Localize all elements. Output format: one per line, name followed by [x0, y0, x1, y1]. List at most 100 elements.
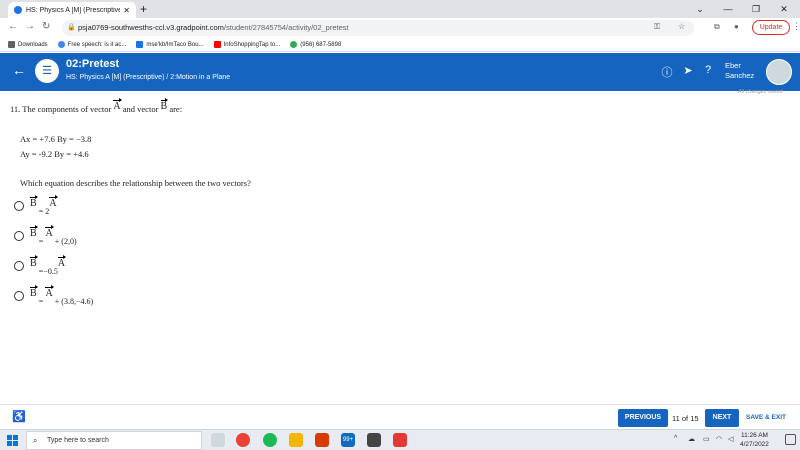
- bookmark-infoshopping[interactable]: InfoShoppingTap to...: [213, 41, 281, 48]
- next-button[interactable]: NEXT: [705, 409, 739, 427]
- tray-battery-icon[interactable]: ▭: [703, 435, 710, 443]
- key-icon[interactable]: ⚿: [654, 22, 660, 32]
- radio-button[interactable]: [14, 201, 24, 211]
- update-button[interactable]: Update: [752, 20, 790, 35]
- help-icon[interactable]: ?: [701, 64, 715, 76]
- new-tab-icon[interactable]: +: [140, 2, 147, 16]
- tray-up-arrow-icon[interactable]: ^: [674, 435, 677, 442]
- question-content: 11. The components of vector A and vecto…: [0, 98, 800, 404]
- windows-taskbar: ⌕ Type here to search 99+ ^ ☁ ▭ ◠ ◁ 11:2…: [0, 429, 800, 450]
- bookmark-downloads[interactable]: Downloads: [8, 41, 48, 48]
- avatar[interactable]: [766, 59, 792, 85]
- vector-a-symbol: A: [45, 225, 54, 239]
- bookmark-free-speech[interactable]: Free speech: is it ac...: [57, 41, 127, 48]
- activity-icon: ☰: [35, 59, 59, 83]
- accessibility-icon[interactable]: ♿: [12, 410, 26, 423]
- radio-button[interactable]: [14, 291, 24, 301]
- choice-tail: + (2,0): [54, 237, 77, 246]
- save-exit-button[interactable]: SAVE & EXIT: [746, 414, 786, 421]
- answer-choice-3[interactable]: B =−0.5A: [14, 255, 67, 276]
- download-icon: [8, 41, 15, 48]
- send-icon[interactable]: ➤: [681, 64, 695, 77]
- windows-start-icon[interactable]: [7, 435, 18, 446]
- tray-cloud-icon[interactable]: ☁: [688, 435, 695, 443]
- question-lead: The components of vector: [22, 104, 112, 114]
- user-first-name: Eber: [725, 61, 741, 70]
- profile-icon[interactable]: ●: [734, 22, 739, 31]
- office-icon[interactable]: [315, 433, 329, 447]
- task-view-icon[interactable]: [211, 433, 225, 447]
- question-number: 11.: [10, 104, 21, 114]
- component-line-1: Ax = +7.6 By = −3.8: [20, 134, 92, 144]
- address-bar-row: ← → ↻ 🔒 psja0769-southwesths-ccl.v3.grad…: [0, 18, 800, 38]
- vector-b-symbol: B: [30, 255, 38, 269]
- more-menu-icon[interactable]: ⋮: [792, 21, 800, 32]
- back-arrow-icon[interactable]: ←: [12, 62, 26, 78]
- saved-status: All changes saved: [738, 89, 783, 95]
- taskbar-search-input[interactable]: ⌕ Type here to search: [26, 431, 202, 450]
- notification-icon[interactable]: [785, 434, 796, 445]
- back-nav-icon[interactable]: ←: [8, 21, 18, 32]
- close-window-icon[interactable]: ✕: [770, 0, 798, 18]
- vector-a-symbol: A: [57, 255, 67, 269]
- choice-equation: B = A + (2,0): [30, 225, 77, 246]
- choice-equation: B =−0.5A: [30, 255, 67, 276]
- info-icon[interactable]: ⓘ: [660, 64, 674, 80]
- breadcrumb: HS: Physics A [M] (Prescriptive) / 2:Mot…: [66, 74, 231, 81]
- youtube-icon: [213, 41, 221, 48]
- component-line-2: Ay = -9.2 By = +4.6: [20, 149, 89, 159]
- extensions-icon[interactable]: ⧉: [714, 22, 720, 32]
- spotify-icon[interactable]: [263, 433, 277, 447]
- minimize-icon[interactable]: —: [714, 0, 742, 18]
- photos-icon[interactable]: [393, 433, 407, 447]
- tray-volume-icon[interactable]: ◁: [728, 435, 733, 443]
- answer-choice-4[interactable]: B = A + (3.8,−4.6): [14, 285, 93, 306]
- bookmark-label: Downloads: [18, 41, 48, 48]
- tray-wifi-icon[interactable]: ◠: [716, 435, 722, 443]
- bookmark-star-icon[interactable]: ☆: [678, 22, 685, 31]
- app-header: ← ☰ 02:Pretest HS: Physics A [M] (Prescr…: [0, 53, 800, 91]
- search-icon: ⌕: [33, 436, 38, 445]
- bookmark-phone[interactable]: (956) 687-5898: [290, 41, 341, 48]
- page-icon: [136, 41, 144, 48]
- close-tab-icon[interactable]: ✕: [123, 6, 130, 15]
- vector-b-symbol: B: [30, 285, 38, 299]
- vector-b-symbol: B: [30, 225, 38, 239]
- browser-tab[interactable]: HS: Physics A [M] (Prescriptive) - ✕: [8, 2, 136, 18]
- taskbar-clock[interactable]: 11:26 AM 4/27/2022: [740, 432, 769, 449]
- bookmark-label: Free speech: is it ac...: [67, 41, 127, 48]
- clock-time: 11:26 AM: [740, 432, 768, 439]
- bookmark-label: mse'kb/ImTaco Bou...: [146, 41, 204, 48]
- forward-nav-icon[interactable]: →: [25, 21, 35, 32]
- answer-choice-1[interactable]: B = 2A: [14, 195, 58, 216]
- reload-icon[interactable]: ↻: [42, 21, 50, 32]
- user-name[interactable]: Eber Sanchez: [725, 61, 754, 81]
- clock-date: 4/27/2022: [740, 440, 769, 448]
- bookmark-imtaco[interactable]: mse'kb/ImTaco Bou...: [136, 41, 204, 48]
- choice-equation: B = A + (3.8,−4.6): [30, 285, 93, 306]
- radio-button[interactable]: [14, 261, 24, 271]
- previous-button[interactable]: PREVIOUS: [618, 409, 668, 427]
- vector-b-symbol: B: [160, 98, 168, 112]
- chrome-icon[interactable]: [236, 433, 250, 447]
- media-app-icon[interactable]: [367, 433, 381, 447]
- and-vector-text: and vector: [122, 104, 159, 114]
- url-bar[interactable]: 🔒 psja0769-southwesths-ccl.v3.gradpoint.…: [62, 20, 694, 36]
- bookmark-label: InfoShoppingTap to...: [223, 41, 281, 48]
- choice-tail: + (3.8,−4.6): [54, 297, 94, 306]
- page-title: 02:Pretest: [66, 58, 120, 70]
- maximize-icon[interactable]: ❐: [742, 0, 770, 18]
- taskbar-search-placeholder: Type here to search: [47, 437, 109, 444]
- radio-button[interactable]: [14, 231, 24, 241]
- browser-tab-title: HS: Physics A [M] (Prescriptive) -: [26, 6, 121, 14]
- file-explorer-icon[interactable]: [289, 433, 303, 447]
- url-host: psja0769-southwesths-ccl.v3.gradpoint.co…: [78, 23, 224, 32]
- google-icon: [290, 41, 298, 48]
- choice-operator: =: [38, 297, 44, 306]
- user-last-name: Sanchez: [725, 71, 755, 80]
- answer-choice-2[interactable]: B = A + (2,0): [14, 225, 77, 246]
- activity-footer: ♿ PREVIOUS 11 of 15 NEXT SAVE & EXIT: [0, 404, 800, 429]
- tab-search-icon[interactable]: ⌄: [686, 0, 714, 18]
- question-stem: 11. The components of vector A and vecto…: [10, 98, 182, 115]
- mail-badge-icon[interactable]: 99+: [341, 433, 355, 447]
